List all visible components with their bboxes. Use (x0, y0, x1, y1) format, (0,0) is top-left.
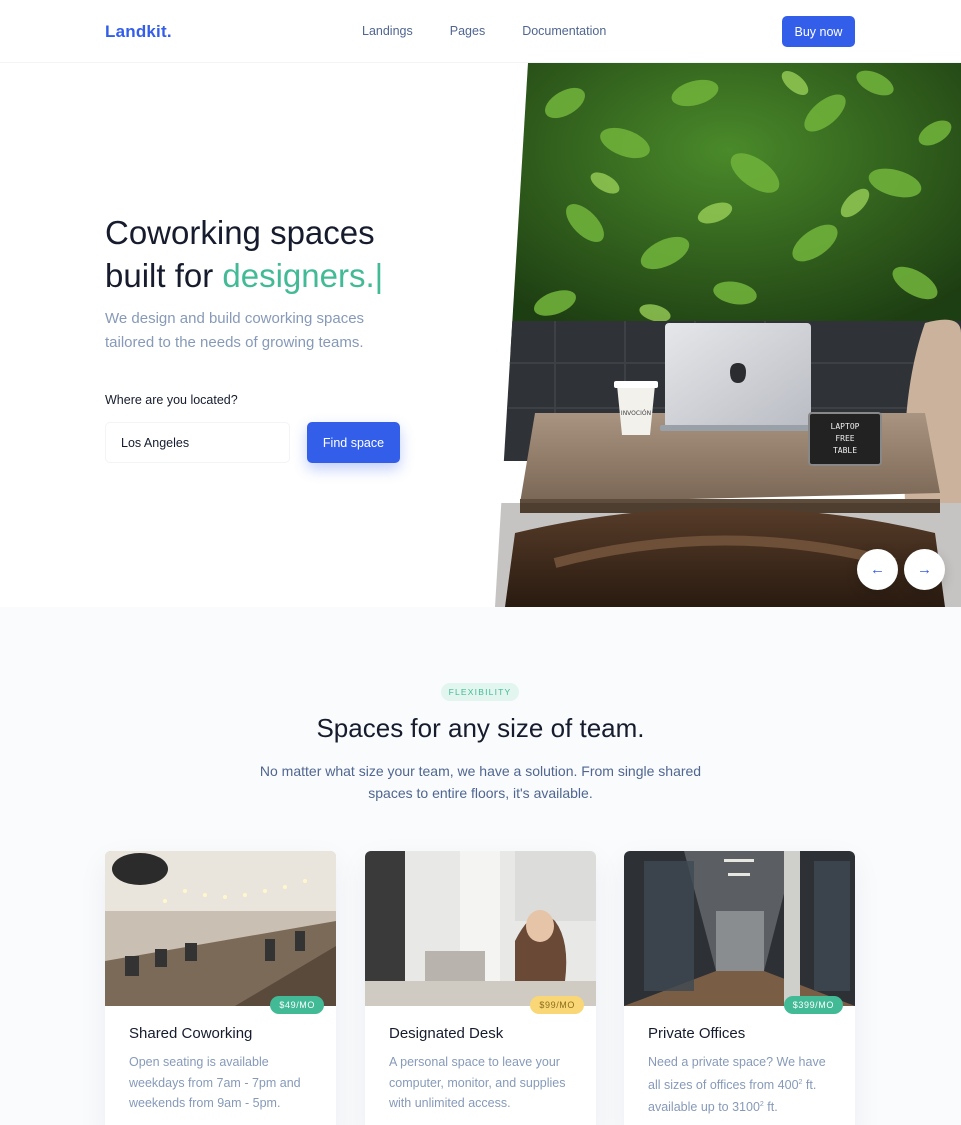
price-text: $49/MO (279, 1000, 315, 1010)
spaces-section: FLEXIBILITY Spaces for any size of team.… (0, 607, 961, 1125)
arrow-right-icon: → (917, 561, 932, 578)
nav-links: Landings Pages Documentation (362, 24, 606, 38)
card-text: A personal space to leave your computer,… (389, 1055, 566, 1110)
shared-coworking-image (105, 851, 336, 1006)
price-badge: $399/MO (783, 996, 843, 1014)
hero-image: INVOCIÓN LAPTOP FREE TABLE (495, 63, 961, 607)
card-text-part1: Need a private space? We have all sizes … (648, 1055, 826, 1092)
price-text: $99/MO (539, 1000, 575, 1010)
hero-title-line1: Coworking spaces (105, 214, 375, 251)
card-text: Open seating is available weekdays from … (129, 1055, 301, 1110)
brand-logo[interactable]: Landkit. (105, 22, 172, 42)
hero-title: Coworking spaces built for designers.| (105, 211, 383, 297)
nav-link-documentation[interactable]: Documentation (522, 24, 606, 38)
card-title: Designated Desk (389, 1025, 504, 1042)
card-title: Private Offices (648, 1025, 746, 1042)
navbar: Landkit. Landings Pages Documentation Bu… (0, 0, 961, 63)
private-offices-image (624, 851, 855, 1006)
price-badge: $49/MO (270, 996, 324, 1014)
section-badge: FLEXIBILITY (441, 683, 519, 701)
find-space-button[interactable]: Find space (307, 422, 400, 463)
hero-title-accent: designers. (222, 257, 375, 294)
coworking-photo-illustration: INVOCIÓN LAPTOP FREE TABLE (495, 63, 961, 607)
location-input[interactable] (105, 422, 290, 463)
hero-section: Coworking spaces built for designers.| W… (0, 63, 961, 607)
card-designated-desk[interactable]: $99/MO Designated Desk A personal space … (365, 851, 596, 1125)
location-label: Where are you located? (105, 393, 238, 407)
card-text-part3: ft. (763, 1100, 778, 1115)
designated-desk-image (365, 851, 596, 1006)
sign-line2: FREE (835, 434, 854, 443)
card-title: Shared Coworking (129, 1025, 253, 1042)
section-title: Spaces for any size of team. (316, 713, 645, 743)
price-badge: $99/MO (530, 996, 584, 1014)
card-shared-coworking[interactable]: $49/MO Shared Coworking Open seating is … (105, 851, 336, 1125)
price-text: $399/MO (792, 1000, 834, 1010)
cup-label: INVOCIÓN (621, 410, 651, 417)
sign-line1: LAPTOP (831, 422, 860, 431)
card-private-offices[interactable]: $399/MO Private Offices Need a private s… (624, 851, 855, 1125)
nav-link-pages[interactable]: Pages (450, 24, 485, 38)
typing-cursor: | (374, 257, 384, 294)
hero-subtitle: We design and build coworking spaces tai… (105, 310, 365, 351)
arrow-left-icon: ← (870, 561, 885, 578)
carousel-prev-button[interactable]: ← (857, 549, 898, 590)
section-subtitle: No matter what size your team, we have a… (259, 763, 702, 801)
buy-now-button[interactable]: Buy now (782, 16, 855, 47)
hero-title-line2: built for (105, 257, 223, 294)
carousel-next-button[interactable]: → (904, 549, 945, 590)
card-text: Need a private space? We have all sizes … (648, 1052, 838, 1118)
sign-line3: TABLE (833, 446, 857, 455)
nav-link-landings[interactable]: Landings (362, 24, 413, 38)
